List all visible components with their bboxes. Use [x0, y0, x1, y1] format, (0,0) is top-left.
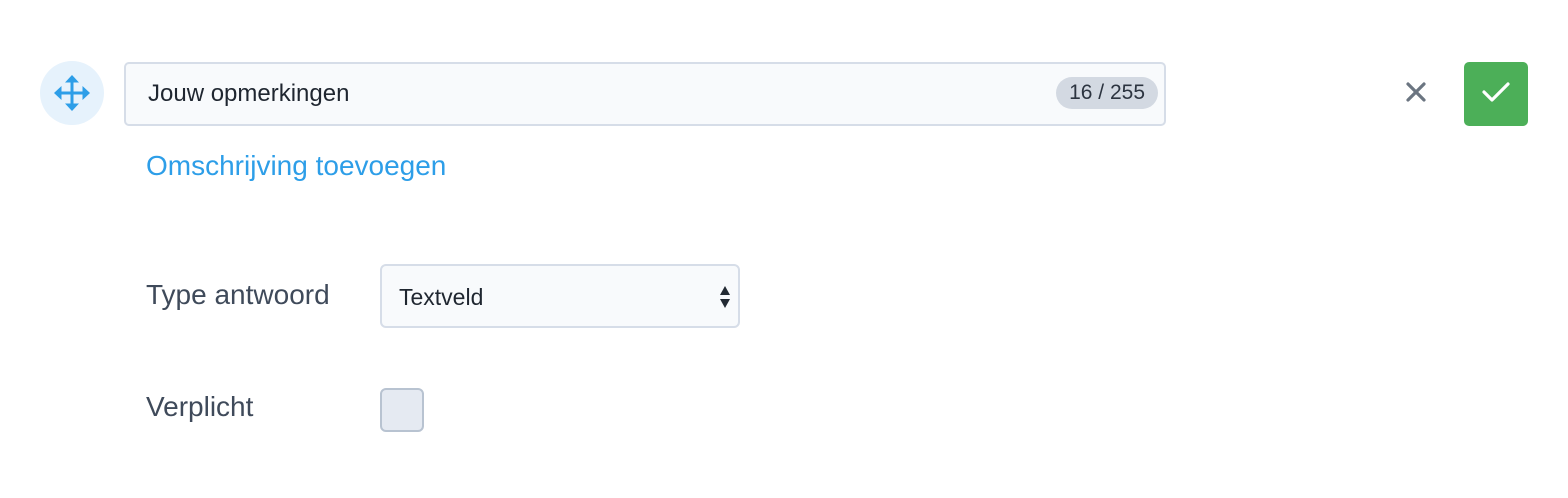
- answer-type-select[interactable]: Textveld: [380, 264, 740, 328]
- select-arrows-icon: [719, 284, 731, 315]
- check-icon: [1482, 81, 1510, 108]
- close-icon: [1406, 81, 1426, 107]
- answer-type-selected-value: Textveld: [399, 284, 484, 310]
- confirm-button[interactable]: [1464, 62, 1528, 126]
- drag-handle[interactable]: [40, 61, 104, 125]
- required-label: Verplicht: [146, 391, 254, 422]
- question-title-field: 16 / 255: [124, 62, 1166, 126]
- move-icon: [53, 74, 91, 112]
- required-checkbox[interactable]: [380, 388, 424, 432]
- char-counter-badge: 16 / 255: [1056, 77, 1158, 109]
- cancel-button[interactable]: [1394, 72, 1438, 116]
- answer-type-label: Type antwoord: [146, 279, 330, 310]
- question-title-input[interactable]: [126, 64, 1164, 124]
- add-description-link[interactable]: Omschrijving toevoegen: [146, 150, 446, 182]
